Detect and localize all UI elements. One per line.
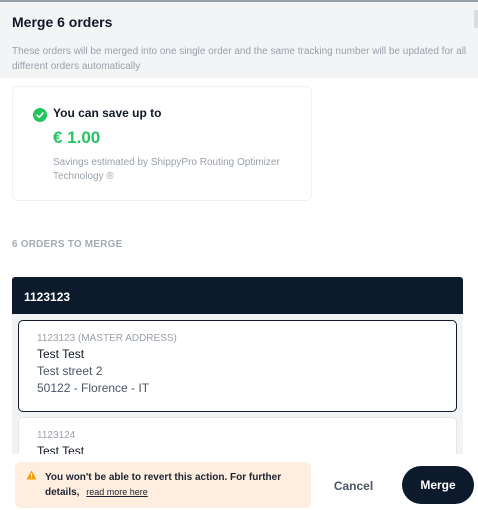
read-more-link[interactable]: read more here xyxy=(86,487,148,497)
orders-section-title: 6 ORDERS TO MERGE xyxy=(12,239,123,250)
modal-title: Merge 6 orders xyxy=(12,14,113,30)
order-group-list: 1123123 (MASTER ADDRESS) Test Test Test … xyxy=(12,314,463,454)
warning-text: You won't be able to revert this action.… xyxy=(45,472,282,498)
savings-note: Savings estimated by ShippyPro Routing O… xyxy=(53,157,280,182)
order-street: Test street 2 xyxy=(37,364,103,378)
savings-card: You can save up to € 1.00 Savings estima… xyxy=(12,86,312,201)
modal-footer: You won't be able to revert this action.… xyxy=(0,454,478,510)
merge-button[interactable]: Merge xyxy=(402,466,474,504)
check-circle-icon xyxy=(33,108,47,122)
order-name: Test Test xyxy=(37,444,85,454)
order-card-master[interactable]: 1123123 (MASTER ADDRESS) Test Test Test … xyxy=(18,320,457,412)
scrollbar-edge[interactable] xyxy=(474,10,478,28)
order-group-header: 1123123 xyxy=(12,277,463,314)
warning-triangle-icon xyxy=(26,470,37,485)
order-id: 1123123 (MASTER ADDRESS) xyxy=(37,333,177,344)
cancel-button[interactable]: Cancel xyxy=(326,476,381,496)
order-city: 50122 - Florence - IT xyxy=(37,381,150,395)
order-id: 1123124 xyxy=(37,430,76,441)
warning-banner: You won't be able to revert this action.… xyxy=(15,462,311,508)
savings-title: You can save up to xyxy=(53,106,162,120)
order-name: Test Test xyxy=(37,347,85,361)
order-card[interactable]: 1123124 Test Test xyxy=(18,417,457,454)
modal-header: Merge 6 orders These orders will be merg… xyxy=(0,2,478,78)
modal-description: These orders will be merged into one sin… xyxy=(12,46,467,72)
savings-amount: € 1.00 xyxy=(53,128,101,147)
